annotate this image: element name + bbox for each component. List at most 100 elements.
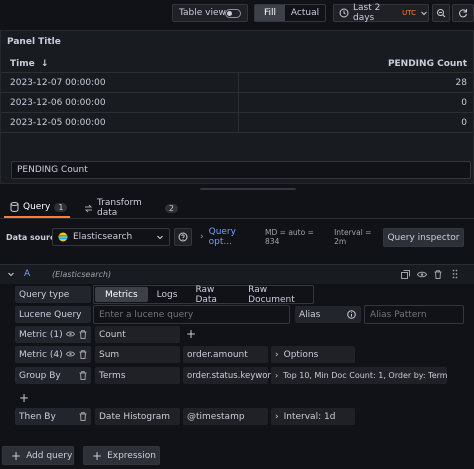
zoom-out-icon [436,8,446,18]
info-circle-icon[interactable] [347,310,356,319]
add-expression-button[interactable]: + Expression [83,446,160,465]
count-cell: 28 [455,78,467,88]
metric-4-label: Metric (4) [15,346,91,363]
alias-label: Alias [295,306,361,323]
panel-title: Panel Title [7,37,61,47]
table-view-label: Table view [179,8,226,18]
tabs-divider [0,218,474,219]
query-type-metrics[interactable]: Metrics [95,287,148,302]
metric-4-field-select[interactable]: order.amount [183,346,268,363]
time-cell: 2023-12-05 00:00:00 [10,118,106,128]
time-column-header[interactable]: Time ↓ [10,59,48,69]
add-bucket-button[interactable]: + [19,391,31,405]
chevron-down-icon [420,9,428,17]
lucene-query-input[interactable] [93,305,290,324]
interval-info: Interval = 2m [334,228,372,246]
metric-4-options-toggle[interactable]: › Options [271,346,355,363]
query-type-raw-data[interactable]: Raw Data [186,285,239,305]
refresh-button[interactable] [452,4,474,22]
actual-button[interactable]: Actual [285,5,325,21]
trash-icon[interactable] [79,330,87,339]
footer-field-label: PENDING Count [17,165,88,175]
collapse-chevron-icon[interactable] [7,270,15,278]
fill-actual-group: Fill Actual [254,4,326,22]
count-cell: 0 [461,98,467,108]
elasticsearch-logo-icon [58,232,68,242]
time-range-label: Last 2 days [353,3,381,23]
tab-transform-label: Transform data [97,198,142,218]
group-by-label: Group By [15,367,91,384]
query-type-radio-group: Metrics Logs Raw Data Raw Document [93,285,314,305]
metric-4-type-select[interactable]: Sum [95,346,180,363]
query-inspector-button[interactable]: Query inspector [383,228,464,247]
tab-transform-data[interactable]: Transform data 2 [80,198,178,218]
add-query-button[interactable]: + Add query [2,446,74,465]
database-icon [10,202,19,212]
metric-1-label: Metric (1) [15,326,91,343]
group-by-field-select[interactable]: order.status.keyword [183,367,276,384]
query-type-label: Query type [15,286,91,303]
query-type-logs[interactable]: Logs [148,287,187,302]
fill-button[interactable]: Fill [255,5,285,21]
query-options-button[interactable]: › Query opt... MD = auto = 834 Interval … [198,227,380,247]
duplicate-query-icon[interactable] [401,270,410,279]
time-cell: 2023-12-06 00:00:00 [10,98,106,108]
datasource-name: Elasticsearch [73,232,133,242]
table-view-toggle[interactable]: Table view [172,4,248,22]
tab-transform-count: 2 [164,203,178,213]
expression-label: Expression [107,450,156,461]
pane-resize-handle[interactable] [200,188,296,190]
query-ref-id[interactable]: A [24,269,30,279]
group-by-type-select[interactable]: Terms [95,367,180,384]
transform-icon [84,204,93,213]
chevron-right-icon: › [200,232,204,242]
add-metric-button[interactable]: + [186,327,198,342]
count-column-header[interactable]: PENDING Count [388,59,467,69]
question-circle-icon [178,232,188,242]
table-row: 2023-12-07 00:00:00 28 [1,73,473,93]
sort-arrow-down-icon: ↓ [40,59,49,69]
query-datasource-name: (Elasticsearch) [52,270,112,279]
query-inspector-label: Query inspector [387,232,460,243]
timezone-badge: UTC [402,9,416,17]
group-by-options-toggle[interactable]: › Top 10, Min Doc Count: 1, Order by: Te… [271,367,447,384]
tab-query-label: Query [23,202,51,212]
alias-input[interactable] [364,305,464,324]
column-divider [238,113,239,133]
chevron-right-icon: › [275,349,279,360]
plus-icon: + [11,448,22,463]
then-by-field-select[interactable]: @timestamp [183,408,268,425]
table-header: Time ↓ PENDING Count [1,55,473,73]
tab-query[interactable]: Query 1 [4,198,70,218]
eye-icon[interactable] [66,350,75,358]
plus-icon: + [92,448,103,463]
trash-icon[interactable] [79,371,87,380]
zoom-out-button[interactable] [432,4,450,22]
time-range-picker[interactable]: Last 2 days UTC [333,3,429,23]
datasource-help-button[interactable] [174,228,192,246]
column-divider [238,73,239,93]
chevron-right-icon: › [275,411,279,422]
then-by-options-toggle[interactable]: › Interval: 1d [271,408,355,425]
count-cell: 0 [461,118,467,128]
tab-query-count: 1 [54,202,68,212]
footer-field-select[interactable]: PENDING Count [11,161,471,179]
datasource-picker[interactable]: Elasticsearch [52,228,170,246]
query-type-raw-document[interactable]: Raw Document [239,285,312,305]
hide-query-eye-icon[interactable] [417,270,427,279]
clock-icon [339,8,349,18]
drag-handle-icon[interactable] [452,269,458,279]
chevron-right-icon: › [275,371,279,380]
time-cell: 2023-12-07 00:00:00 [10,78,106,88]
then-by-type-select[interactable]: Date Histogram [95,408,180,425]
toggle-switch-icon[interactable] [225,9,241,18]
add-query-label: Add query [26,450,73,461]
metric-1-type-select[interactable]: Count [95,326,180,343]
delete-query-trash-icon[interactable] [434,270,442,279]
refresh-icon [458,8,468,18]
trash-icon[interactable] [79,412,87,421]
query-options-label: Query opt... [208,227,236,247]
trash-icon[interactable] [79,350,87,359]
panel: Panel Title Time ↓ PENDING Count 2023-12… [0,30,474,184]
eye-icon[interactable] [66,330,75,338]
